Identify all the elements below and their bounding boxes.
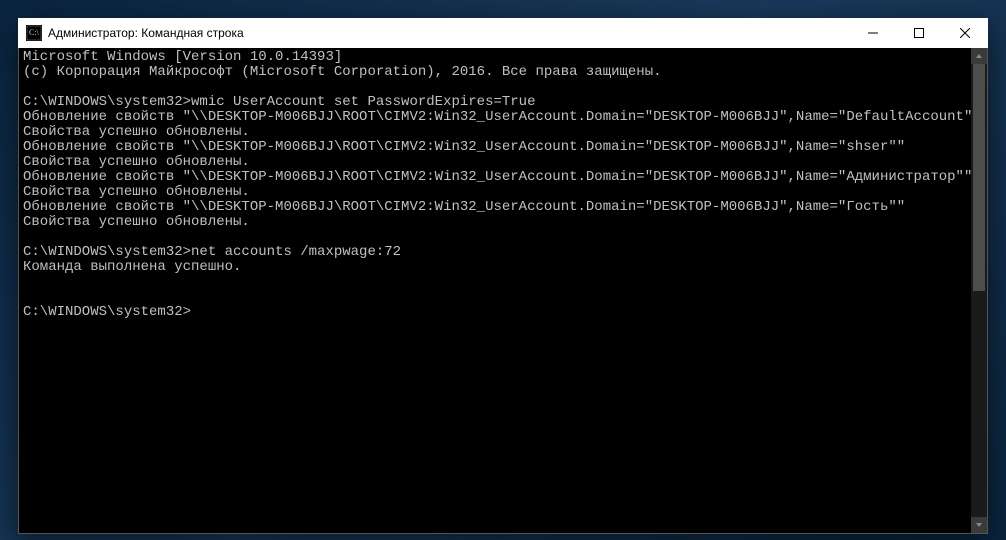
maximize-button[interactable] [896, 18, 942, 48]
scrollbar-up-arrow[interactable] [971, 48, 987, 64]
terminal-line: Свойства успешно обновлены. [23, 155, 967, 170]
terminal-container: Microsoft Windows [Version 10.0.14393](c… [18, 48, 988, 534]
terminal-line [23, 275, 967, 290]
terminal-line: Обновление свойств "\\DESKTOP-M006BJJ\RO… [23, 140, 967, 155]
terminal-line: Команда выполнена успешно. [23, 260, 967, 275]
scrollbar-track[interactable] [971, 64, 987, 517]
window-title: Администратор: Командная строка [48, 26, 244, 40]
close-button[interactable] [942, 18, 988, 48]
terminal-line: Обновление свойств "\\DESKTOP-M006BJJ\RO… [23, 110, 967, 125]
terminal-line: Свойства успешно обновлены. [23, 125, 967, 140]
scrollbar-down-arrow[interactable] [971, 517, 987, 533]
window-controls [850, 18, 988, 48]
titlebar[interactable]: C:\ Администратор: Командная строка [18, 18, 988, 48]
terminal[interactable]: Microsoft Windows [Version 10.0.14393](c… [19, 48, 971, 533]
titlebar-left: C:\ Администратор: Командная строка [18, 25, 244, 41]
scrollbar[interactable] [971, 48, 987, 533]
terminal-line: (c) Корпорация Майкрософт (Microsoft Cor… [23, 65, 967, 80]
terminal-line: C:\WINDOWS\system32>net accounts /maxpwa… [23, 245, 967, 260]
terminal-line: Обновление свойств "\\DESKTOP-M006BJJ\RO… [23, 200, 967, 215]
scrollbar-thumb[interactable] [973, 64, 985, 291]
terminal-line: Свойства успешно обновлены. [23, 215, 967, 230]
terminal-line: C:\WINDOWS\system32> [23, 305, 967, 320]
terminal-line: C:\WINDOWS\system32>wmic UserAccount set… [23, 95, 967, 110]
terminal-line: Microsoft Windows [Version 10.0.14393] [23, 50, 967, 65]
cmd-icon: C:\ [26, 25, 42, 41]
terminal-line: Свойства успешно обновлены. [23, 185, 967, 200]
svg-text:C:\: C:\ [29, 28, 40, 37]
terminal-line [23, 230, 967, 245]
terminal-line [23, 290, 967, 305]
terminal-line [23, 80, 967, 95]
cmd-window: C:\ Администратор: Командная строка Micr… [18, 18, 988, 534]
terminal-line: Обновление свойств "\\DESKTOP-M006BJJ\RO… [23, 170, 967, 185]
minimize-button[interactable] [850, 18, 896, 48]
